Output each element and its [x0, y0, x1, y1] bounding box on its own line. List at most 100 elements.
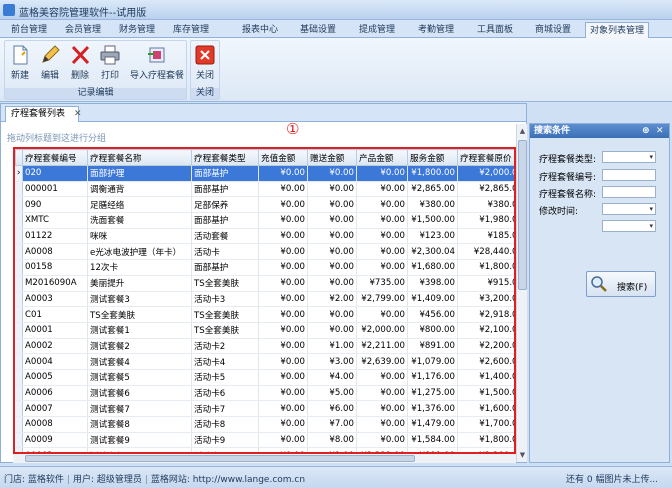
table-cell[interactable]: ¥1,800.00: [457, 432, 514, 449]
table-cell[interactable]: ¥0.00: [356, 306, 408, 323]
table-cell[interactable]: 足部保养: [191, 196, 259, 214]
table-cell[interactable]: A0006: [22, 385, 88, 402]
vertical-scroll-thumb[interactable]: [518, 140, 527, 290]
row-indicator[interactable]: [15, 228, 23, 245]
table-cell[interactable]: ¥1,376.00: [407, 400, 458, 417]
table-cell[interactable]: ¥185.00: [457, 228, 514, 245]
table-cell[interactable]: 090: [22, 196, 88, 214]
table-cell[interactable]: ¥2,200.00: [457, 338, 514, 355]
modified-time-to[interactable]: ▾: [602, 220, 656, 232]
table-cell[interactable]: 020: [22, 165, 88, 182]
table-cell[interactable]: ¥0.00: [356, 400, 408, 417]
table-cell[interactable]: ¥0.00: [258, 385, 308, 402]
table-cell[interactable]: ¥0.00: [258, 432, 308, 449]
table-cell[interactable]: ¥2,799.00: [356, 291, 408, 308]
table-cell[interactable]: 测试套餐2: [87, 338, 192, 355]
table-cell[interactable]: ¥0.00: [356, 165, 408, 182]
table-cell[interactable]: 活动卡: [191, 243, 259, 261]
table-cell[interactable]: ¥398.00: [407, 275, 458, 292]
table-cell[interactable]: ¥0.00: [356, 181, 408, 198]
table-cell[interactable]: ¥0.00: [258, 291, 308, 308]
table-cell[interactable]: A0002: [22, 338, 88, 355]
row-indicator[interactable]: [15, 322, 23, 339]
table-cell[interactable]: ¥2,600.00: [457, 353, 514, 370]
table-cell[interactable]: 面部基护: [191, 165, 259, 182]
table-cell[interactable]: 面部基护: [191, 181, 259, 198]
row-indicator[interactable]: [15, 338, 23, 355]
horizontal-scrollbar[interactable]: [13, 454, 516, 463]
vertical-scrollbar[interactable]: ▲ ▼: [516, 124, 527, 462]
row-indicator[interactable]: [15, 181, 23, 198]
table-cell[interactable]: ¥0.00: [356, 369, 408, 386]
table-cell[interactable]: 洗面套餐: [87, 212, 192, 229]
tab-close-icon[interactable]: ✕: [74, 107, 82, 121]
tab-attendance[interactable]: 考勤管理: [411, 22, 461, 38]
table-cell[interactable]: ¥0.00: [307, 275, 357, 292]
table-row[interactable]: A0001 测试套餐1 TS全套美肤 ¥0.00 ¥0.00 ¥2,000.00 ¥800.…: [15, 322, 514, 339]
table-cell[interactable]: 足膳经络: [87, 196, 192, 214]
col-header[interactable]: 疗程套餐名称: [87, 149, 192, 166]
row-indicator[interactable]: [15, 196, 23, 214]
table-cell[interactable]: ¥3.00: [307, 353, 357, 370]
table-cell[interactable]: ¥1,500.00: [457, 385, 514, 402]
table-cell[interactable]: 000001: [22, 181, 88, 198]
table-cell[interactable]: ¥0.00: [258, 322, 308, 339]
row-indicator[interactable]: [15, 369, 23, 386]
table-cell[interactable]: ¥0.00: [258, 196, 308, 214]
import-package-button[interactable]: 导入疗程套餐: [129, 43, 185, 89]
col-header[interactable]: 赠送金额: [307, 149, 357, 166]
table-cell[interactable]: ¥2.00: [307, 291, 357, 308]
table-cell[interactable]: ¥1,700.00: [457, 416, 514, 433]
table-cell[interactable]: A0008: [22, 416, 88, 433]
table-cell[interactable]: ¥0.00: [258, 243, 308, 261]
col-header[interactable]: 充值金额: [258, 149, 308, 166]
table-cell[interactable]: ¥1,400.00: [457, 369, 514, 386]
table-cell[interactable]: ¥0.00: [258, 306, 308, 323]
row-indicator[interactable]: [15, 416, 23, 433]
scroll-up-icon[interactable]: ▲: [518, 126, 527, 136]
table-cell[interactable]: ¥0.00: [356, 416, 408, 433]
table-cell[interactable]: 面部护理: [87, 165, 192, 182]
table-cell[interactable]: ¥1,176.00: [407, 369, 458, 386]
table-row[interactable]: 00158 12次卡 面部基护 ¥0.00 ¥0.00 ¥0.00 ¥1,680.00 ¥1,…: [15, 259, 514, 276]
col-header[interactable]: 产品金额: [356, 149, 408, 166]
table-cell[interactable]: 测试套餐3: [87, 291, 192, 308]
table-cell[interactable]: 活动卡4: [191, 353, 259, 370]
scroll-down-icon[interactable]: ▼: [518, 450, 527, 460]
status-website[interactable]: 蓝格网站: http://www.lange.com.cn: [151, 475, 305, 485]
table-cell[interactable]: ¥2,865.00: [457, 181, 514, 198]
table-row[interactable]: A0005 测试套餐5 活动卡5 ¥0.00 ¥4.00 ¥0.00 ¥1,176.00 ¥1…: [15, 369, 514, 386]
table-cell[interactable]: A0004: [22, 353, 88, 370]
table-cell[interactable]: 活动卡2: [191, 338, 259, 355]
table-cell[interactable]: ¥0.00: [307, 165, 357, 182]
table-cell[interactable]: A0007: [22, 400, 88, 417]
table-row[interactable]: C01 TS全套美肤 TS全套美肤 ¥0.00 ¥0.00 ¥0.00 ¥456.00 ¥2,…: [15, 306, 514, 323]
table-cell[interactable]: ¥800.00: [407, 322, 458, 339]
table-cell[interactable]: ¥0.00: [258, 228, 308, 245]
table-cell[interactable]: ¥0.00: [307, 228, 357, 245]
row-indicator[interactable]: [15, 385, 23, 402]
table-cell[interactable]: 测试套餐9: [87, 432, 192, 449]
table-cell[interactable]: 调衡通背: [87, 181, 192, 198]
table-cell[interactable]: TS全套美肤: [191, 306, 259, 323]
row-indicator[interactable]: [15, 275, 23, 292]
table-cell[interactable]: 活动卡7: [191, 400, 259, 417]
tab-basic-settings[interactable]: 基础设置: [293, 22, 343, 38]
row-indicator[interactable]: [15, 432, 23, 449]
table-cell[interactable]: ¥1,409.00: [407, 291, 458, 308]
table-cell[interactable]: ¥2,211.00: [356, 338, 408, 355]
table-row[interactable]: 090足膳经络足部保养¥0.00¥0.00¥0.00¥380.00¥380.00: [15, 196, 514, 214]
table-row[interactable]: A0008 e光冰电波护理（年卡） 活动卡 ¥0.00 ¥0.00 ¥0.00 ¥2,300…: [15, 243, 514, 261]
table-cell[interactable]: ¥1,800.00: [407, 165, 458, 182]
row-indicator[interactable]: [15, 400, 23, 417]
print-button[interactable]: 打印: [97, 43, 123, 89]
table-cell[interactable]: A0003: [22, 291, 88, 308]
table-row[interactable]: 000001 调衡通背 面部基护 ¥0.00 ¥0.00 ¥0.00 ¥2,865.00 ¥2…: [15, 181, 514, 198]
table-row[interactable]: XMTC 洗面套餐 面部基护 ¥0.00 ¥0.00 ¥0.00 ¥1,500.00 ¥1,9…: [15, 212, 514, 229]
table-cell[interactable]: ¥0.00: [258, 275, 308, 292]
table-cell[interactable]: ¥123.00: [407, 228, 458, 245]
table-cell[interactable]: ¥0.00: [307, 196, 357, 214]
row-indicator[interactable]: [15, 306, 23, 323]
table-cell[interactable]: ¥0.00: [307, 243, 357, 261]
table-cell[interactable]: ¥1,600.00: [457, 400, 514, 417]
